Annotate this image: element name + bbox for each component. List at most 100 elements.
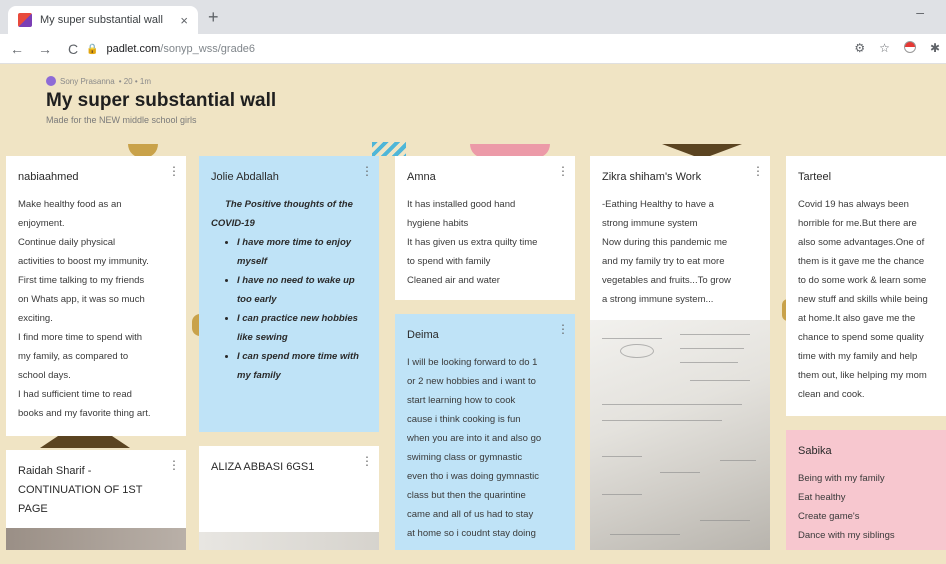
post-card-aliza[interactable]: ALIZA ABBASI 6GS1 ⋮ (199, 446, 379, 550)
wall-author: Sony Prasanna • 20 • 1m (46, 76, 276, 86)
post-line: at home so i coudnt stay doing (407, 528, 536, 539)
post-heading: The Positive thoughts of the (225, 199, 353, 210)
post-attachment-image[interactable] (590, 320, 770, 550)
post-author-line: CONTINUATION OF 1ST (18, 484, 143, 496)
more-options-icon[interactable]: ⋮ (168, 458, 180, 472)
post-author-line: Raidah Sharif - (18, 465, 92, 477)
post-author: Zikra shiham's Work (602, 171, 702, 183)
list-item: I can spend more time with my family (237, 347, 367, 385)
close-tab-icon[interactable]: × (180, 13, 188, 28)
handwriting-scribble (700, 520, 750, 521)
handwriting-scribble (680, 348, 744, 349)
post-line: chance to spend some quality (798, 332, 924, 343)
post-line: Now during this pandemic me (602, 237, 728, 248)
settings-icon[interactable]: ⚙ (854, 41, 865, 55)
post-line: I had sufficient time to read (18, 389, 132, 400)
post-body: Being with my family Eat healthy Create … (786, 459, 946, 545)
post-card-jolie[interactable]: Jolie Abdallah ⋮ The Positive thoughts o… (199, 156, 379, 432)
browser-tab[interactable]: My super substantial wall × (8, 6, 198, 34)
reload-button[interactable]: C (62, 41, 84, 57)
post-card-raidah[interactable]: Raidah Sharif - CONTINUATION OF 1ST PAGE… (6, 450, 186, 550)
handwriting-scribble (602, 420, 722, 421)
handwriting-scribble (602, 338, 662, 339)
post-attachment-image[interactable] (6, 528, 186, 550)
post-line: strong immune system (602, 218, 698, 229)
new-tab-button[interactable]: + (208, 7, 219, 28)
padlet-wall: Sony Prasanna • 20 • 1m My super substan… (0, 64, 946, 564)
handwriting-scribble (690, 380, 750, 381)
post-line: Make healthy food as an (18, 199, 122, 210)
post-line: to spend with family (407, 256, 491, 267)
browser-toolbar: ← → C 🔒 padlet.com/sonyp_wss/grade6 ⚙ ☆ … (0, 34, 946, 64)
handwriting-scribble (680, 362, 738, 363)
post-line: class but then the quarintine (407, 490, 526, 501)
post-card-amna[interactable]: Amna ⋮ It has installed good hand hygien… (395, 156, 575, 300)
post-line: cause i think cooking is fun (407, 414, 521, 425)
post-line: also some advantages.One of (798, 237, 925, 248)
post-body: Covid 19 has always been horrible for me… (786, 185, 946, 404)
post-body: -Eathing Healthy to have a strong immune… (590, 185, 770, 309)
post-card-zikra[interactable]: Zikra shiham's Work ⋮ -Eathing Healthy t… (590, 156, 770, 550)
minimize-button[interactable]: – (916, 4, 924, 20)
post-author: nabiaahmed (18, 171, 79, 183)
post-line: swiming class or gymnastic (407, 452, 523, 463)
post-author: Amna (407, 171, 436, 183)
post-line: horrible for me.But there are (798, 218, 917, 229)
post-line: to do some work & learn some (798, 275, 927, 286)
post-line: new stuff and skills while being (798, 294, 928, 305)
post-heading: COVID-19 (211, 218, 255, 229)
list-item-text: my family (237, 370, 281, 381)
post-line: at home.It also gave me the (798, 313, 916, 324)
post-line: -Eathing Healthy to have a (602, 199, 714, 210)
post-card-tarteel[interactable]: Tarteel Covid 19 has always been horribl… (786, 156, 946, 416)
post-author: ALIZA ABBASI 6GS1 (211, 461, 315, 473)
list-item: I have no need to wake up too early (237, 271, 367, 309)
post-line: and my family try to eat more (602, 256, 725, 267)
list-item-text: I can practice new hobbies (237, 313, 358, 324)
wall-description: Made for the NEW middle school girls (46, 115, 197, 125)
wall-header: Sony Prasanna • 20 • 1m My super substan… (46, 76, 276, 125)
post-line: school days. (18, 370, 71, 381)
post-line: when you are into it and also go (407, 433, 542, 444)
handwriting-scribble (720, 460, 756, 461)
tab-strip: My super substantial wall × + – (0, 0, 946, 34)
post-card-nabiaahmed[interactable]: nabiaahmed ⋮ Make healthy food as an enj… (6, 156, 186, 436)
post-line: Being with my family (798, 473, 885, 484)
back-button[interactable]: ← (6, 41, 28, 57)
wall-author-name: Sony Prasanna (60, 76, 115, 86)
post-line: It has given us extra quilty time (407, 237, 538, 248)
extensions-icon[interactable]: ✱ (930, 41, 940, 55)
more-options-icon[interactable]: ⋮ (361, 454, 373, 468)
address-bar[interactable]: 🔒 padlet.com/sonyp_wss/grade6 (86, 38, 846, 60)
lock-icon: 🔒 (86, 43, 99, 55)
post-line: I will be looking forward to do 1 (407, 357, 538, 368)
list-item: I can practice new hobbies like sewing (237, 309, 367, 347)
post-author: Deima (407, 329, 439, 341)
forward-button[interactable]: → (34, 41, 56, 57)
avatar[interactable] (46, 76, 56, 86)
handwriting-scribble (602, 494, 642, 495)
post-card-deima[interactable]: Deima ⋮ I will be looking forward to do … (395, 314, 575, 550)
post-line: Eat healthy (798, 492, 846, 503)
more-options-icon[interactable]: ⋮ (168, 164, 180, 178)
list-item: I have more time to enjoy myself (237, 233, 367, 271)
more-options-icon[interactable]: ⋮ (557, 164, 569, 178)
tab-title: My super substantial wall (40, 14, 163, 26)
post-line: on Whats app, it was so much (18, 294, 145, 305)
more-options-icon[interactable]: ⋮ (557, 322, 569, 336)
post-line: Cleaned air and water (407, 275, 500, 286)
star-icon[interactable]: ☆ (879, 41, 890, 55)
post-card-sabika[interactable]: Sabika Being with my family Eat healthy … (786, 430, 946, 550)
post-attachment-image[interactable] (199, 532, 379, 550)
profile-icon[interactable] (903, 41, 916, 53)
more-options-icon[interactable]: ⋮ (361, 164, 373, 178)
post-author: Raidah Sharif - CONTINUATION OF 1ST PAGE (6, 450, 186, 519)
post-bullet-list: I have more time to enjoy myself I have n… (211, 233, 367, 385)
post-line: activities to boost my immunity. (18, 256, 149, 267)
wallpaper-shape (662, 144, 742, 156)
more-options-icon[interactable]: ⋮ (752, 164, 764, 178)
handwriting-scribble (660, 472, 700, 473)
post-line: them is it gave me the chance (798, 256, 925, 267)
post-line: time with my family and help (798, 351, 918, 362)
post-body: Make healthy food as an enjoyment. Conti… (6, 185, 186, 423)
